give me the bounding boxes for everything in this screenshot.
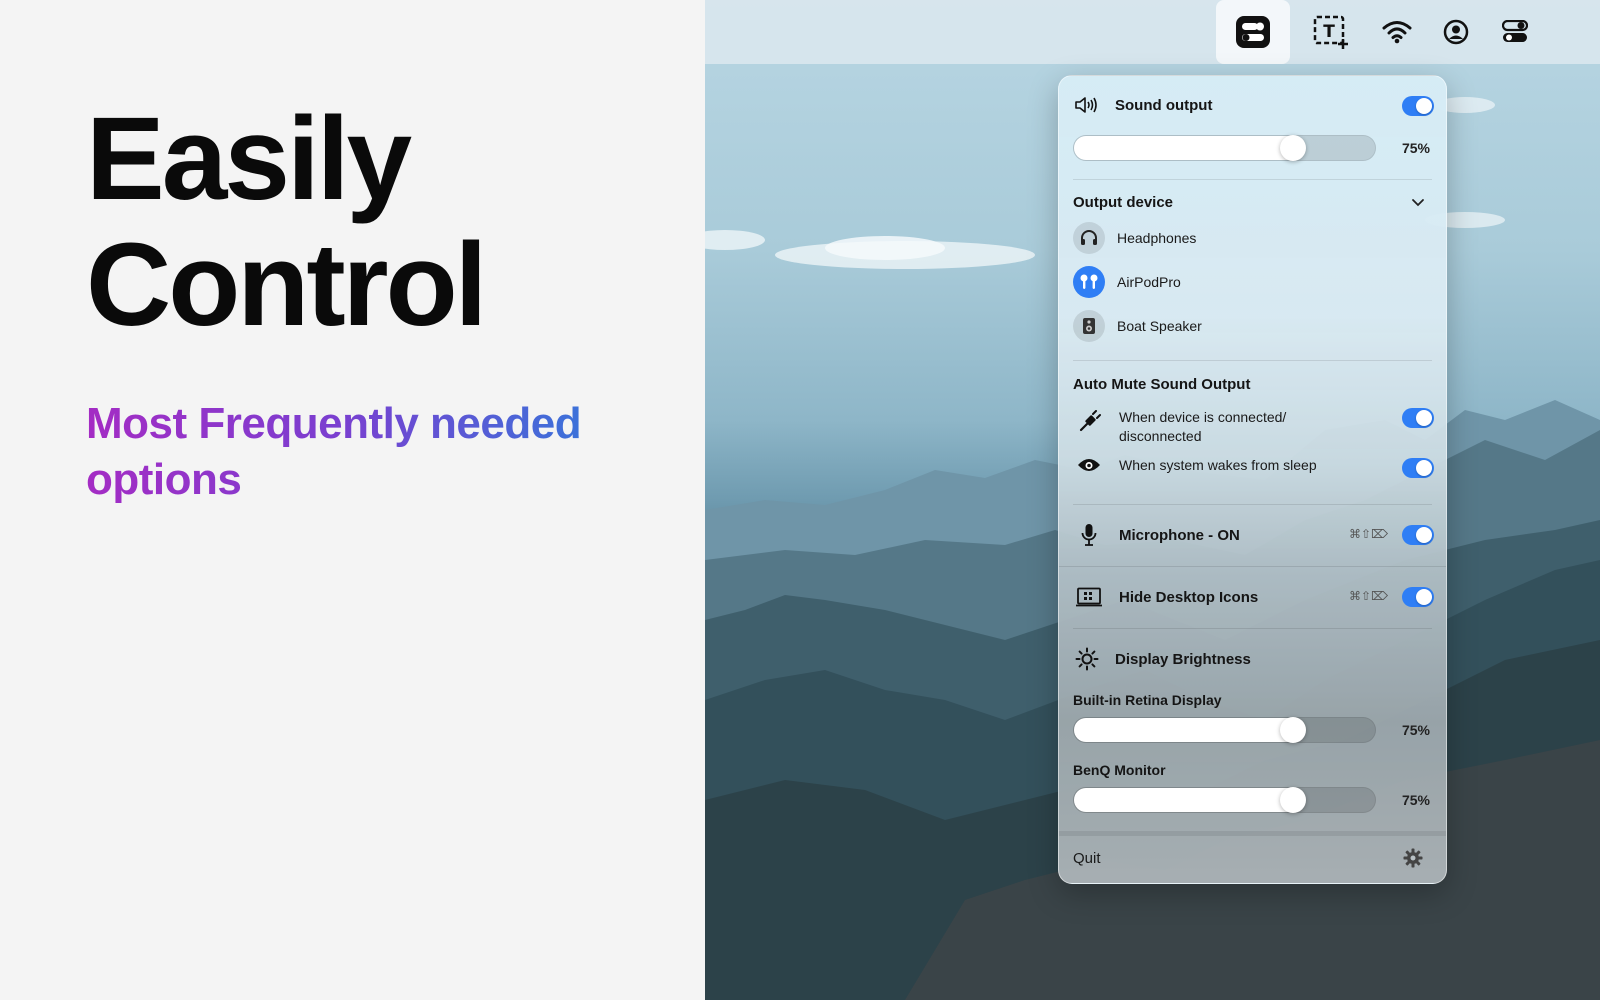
auto-mute-connect-label-line1: When device is connected/ xyxy=(1119,409,1287,425)
auto-mute-wake-toggle[interactable] xyxy=(1402,458,1434,478)
auto-mute-wake-label: When system wakes from sleep xyxy=(1119,457,1317,473)
headline-line-2: Control xyxy=(86,219,487,351)
auto-mute-header: Auto Mute Sound Output xyxy=(1073,372,1432,396)
hero-subheadline: Most Frequently needed options xyxy=(86,396,646,508)
divider xyxy=(1073,628,1432,629)
plug-connector-icon xyxy=(1073,408,1105,434)
benq-monitor-percentage: 75% xyxy=(1401,792,1430,808)
desktop-grid-icon xyxy=(1073,587,1105,607)
benq-monitor-label: BenQ Monitor xyxy=(1073,762,1166,778)
headline-line-1: Easily xyxy=(86,93,412,225)
microphone-toggle[interactable] xyxy=(1402,525,1434,545)
device-item-headphones[interactable]: Headphones xyxy=(1073,222,1432,254)
benq-monitor-slider-fill xyxy=(1074,788,1291,812)
speaker-icon xyxy=(1073,310,1105,342)
microphone-icon xyxy=(1073,523,1105,547)
device-label: Headphones xyxy=(1117,230,1197,246)
benq-monitor-slider-knob[interactable] xyxy=(1280,787,1306,813)
auto-mute-connect-label-line2: disconnected xyxy=(1119,428,1202,444)
volume-slider[interactable] xyxy=(1073,135,1376,161)
device-item-airpodpro[interactable]: AirPodPro xyxy=(1073,266,1432,298)
divider xyxy=(1073,360,1432,361)
benq-monitor-brightness-slider[interactable] xyxy=(1073,787,1376,813)
auto-mute-connect-toggle[interactable] xyxy=(1402,408,1434,428)
volume-percentage: 75% xyxy=(1401,140,1430,156)
output-device-title: Output device xyxy=(1073,193,1174,211)
auto-mute-wake-row: When system wakes from sleep xyxy=(1073,454,1432,476)
volume-slider-fill xyxy=(1074,136,1291,160)
output-device-header[interactable]: Output device xyxy=(1073,190,1432,214)
control-panel-popover: Sound output 75% Output device Headphone… xyxy=(1058,75,1447,884)
chevron-down-icon[interactable] xyxy=(1411,195,1425,213)
auto-mute-title: Auto Mute Sound Output xyxy=(1073,375,1251,393)
headphones-icon xyxy=(1073,222,1105,254)
quit-button[interactable]: Quit xyxy=(1073,850,1101,867)
display-label-row: Built-in Retina Display xyxy=(1073,690,1432,710)
hide-desktop-icons-shortcut: ⌘⇧⌦ xyxy=(1349,589,1389,603)
footer-row: Quit xyxy=(1073,844,1432,872)
microphone-shortcut: ⌘⇧⌦ xyxy=(1349,527,1389,541)
device-label: Boat Speaker xyxy=(1117,318,1202,334)
divider xyxy=(1073,504,1432,505)
hero-headline: Easily Control xyxy=(86,93,487,351)
device-label: AirPodPro xyxy=(1117,274,1181,290)
display-brightness-title: Display Brightness xyxy=(1115,650,1251,668)
airpods-icon xyxy=(1073,266,1105,298)
volume-slider-knob[interactable] xyxy=(1280,135,1306,161)
sound-output-row: Sound output xyxy=(1073,92,1432,118)
device-item-boat-speaker[interactable]: Boat Speaker xyxy=(1073,310,1432,342)
svg-text:T: T xyxy=(1323,22,1335,42)
hide-desktop-icons-toggle[interactable] xyxy=(1402,587,1434,607)
gear-icon[interactable] xyxy=(1403,848,1423,873)
hide-desktop-icons-label: Hide Desktop Icons xyxy=(1119,588,1259,606)
sun-brightness-icon xyxy=(1073,647,1101,671)
control-center-app-icon[interactable] xyxy=(1216,0,1290,64)
divider xyxy=(1073,179,1432,180)
builtin-display-slider-fill xyxy=(1074,718,1291,742)
hero-panel: Easily Control Most Frequently needed op… xyxy=(0,0,705,1000)
builtin-display-brightness-slider[interactable] xyxy=(1073,717,1376,743)
toggles-icon[interactable] xyxy=(1478,0,1552,64)
sound-output-toggle[interactable] xyxy=(1402,96,1434,116)
builtin-display-percentage: 75% xyxy=(1401,722,1430,738)
eye-icon xyxy=(1073,457,1105,473)
divider xyxy=(1059,566,1446,567)
sound-output-title: Sound output xyxy=(1115,96,1213,114)
auto-mute-connect-label: When device is connected/ disconnected xyxy=(1119,408,1286,446)
auto-mute-connect-row: When device is connected/ disconnected xyxy=(1073,408,1432,446)
builtin-display-label: Built-in Retina Display xyxy=(1073,692,1222,708)
microphone-label: Microphone - ON xyxy=(1119,526,1240,544)
menu-bar: T xyxy=(705,0,1600,64)
footer-divider xyxy=(1059,831,1446,836)
display-label-row: BenQ Monitor xyxy=(1073,760,1432,780)
builtin-display-slider-knob[interactable] xyxy=(1280,717,1306,743)
speaker-volume-icon xyxy=(1073,95,1101,115)
text-capture-icon[interactable]: T xyxy=(1294,0,1368,64)
display-brightness-row: Display Brightness xyxy=(1073,638,1432,680)
